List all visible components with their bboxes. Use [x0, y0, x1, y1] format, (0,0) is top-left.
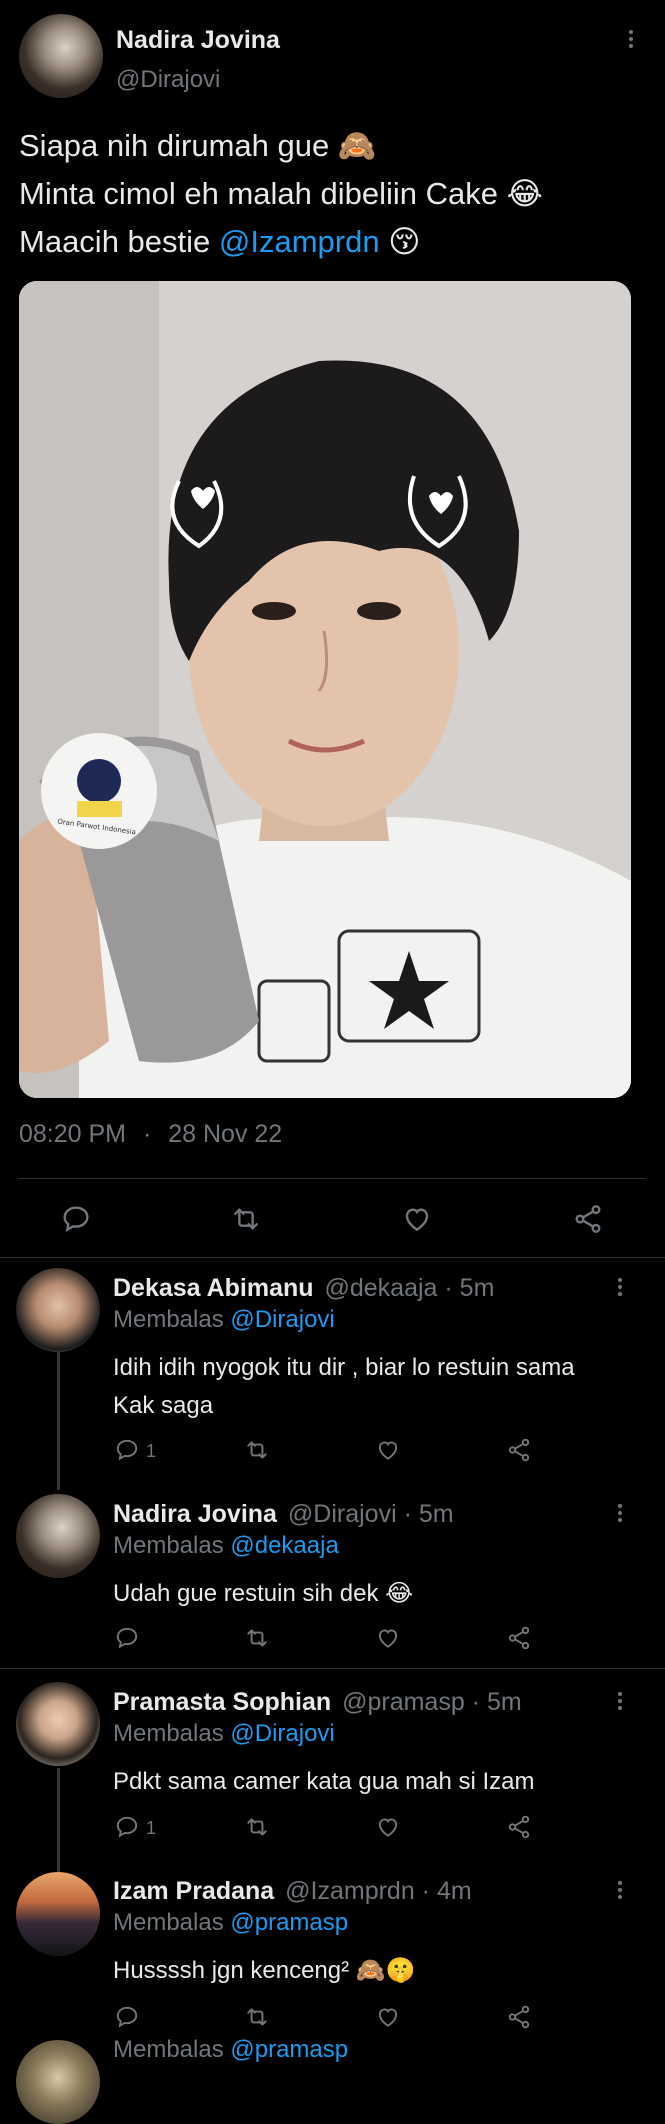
reply-text: Idih idih nyogok itu dir , biar lo restu… [113, 1354, 575, 1419]
retweet-icon[interactable] [242, 1437, 272, 1463]
reply-count: 1 [146, 1441, 157, 1461]
tweet-photo[interactable]: Oran Parwot Indonesia [19, 281, 631, 1098]
reply-avatar[interactable] [16, 1494, 100, 1578]
tweet-mention-link[interactable]: @Izamprdn [219, 224, 380, 259]
tweet-text: Siapa nih dirumah gue 🙈 Minta cimol eh m… [19, 122, 649, 266]
reply-more-icon[interactable] [617, 1278, 623, 1299]
reply-meta: @dekaaja · 5m [324, 1274, 495, 1302]
like-icon[interactable] [374, 2004, 402, 2030]
share-icon[interactable] [505, 1437, 533, 1463]
share-icon[interactable] [505, 1625, 533, 1651]
emoji-monkey-shush: 🙈🤫 [355, 1957, 416, 1984]
reply-header: Nadira Jovina @Dirajovi · 5m [113, 1500, 454, 1529]
reply-avatar[interactable] [16, 1872, 100, 1956]
retweet-icon[interactable] [242, 1814, 272, 1840]
like-icon[interactable] [400, 1203, 434, 1235]
reply-text: Pdkt sama camer kata gua mah si Izam [113, 1768, 535, 1795]
reply-header: Dekasa Abimanu @dekaaja · 5m [113, 1274, 494, 1303]
emoji-laugh: 😂 [385, 1580, 414, 1607]
reply-replying-to: Membalas @pramasp [113, 1909, 349, 1936]
reply-to-mention[interactable]: @Dirajovi [230, 1306, 334, 1333]
reply-icon[interactable] [114, 2004, 140, 2030]
main-author-handle[interactable]: @Dirajovi [116, 66, 220, 94]
reply-meta: @Dirajovi · 5m [287, 1500, 454, 1528]
reply-replying-to: Membalas @dekaaja [113, 1532, 339, 1559]
tweet-time: 08:20 PM [19, 1120, 127, 1148]
share-icon[interactable] [505, 1814, 533, 1840]
reply-icon[interactable] [60, 1203, 92, 1235]
reply-avatar[interactable] [16, 1268, 100, 1352]
emoji-kiss: 😚 [388, 224, 421, 259]
like-icon[interactable] [374, 1814, 402, 1840]
reply-meta: @Izamprdn · 4m [285, 1877, 472, 1905]
tweet-timestamp: 08:20 PM · 28 Nov 22 [19, 1120, 282, 1149]
tweet-line-1: Siapa nih dirumah gue 🙈 [19, 128, 377, 163]
share-icon[interactable] [572, 1203, 604, 1235]
divider-replies-start [0, 1257, 665, 1258]
reply-text: Udah gue restuin sih dek 😂 [113, 1580, 414, 1607]
main-more-icon[interactable] [628, 30, 634, 51]
reply-avatar-partial[interactable] [16, 2040, 100, 2124]
reply-header: Pramasta Sophian @pramasp · 5m [113, 1688, 522, 1717]
reply-to-mention[interactable]: @Dirajovi [230, 1720, 334, 1747]
like-icon[interactable] [374, 1625, 402, 1651]
reply-to-mention[interactable]: @pramasp [230, 1909, 348, 1936]
divider-top [19, 1178, 645, 1179]
reply-icon[interactable] [114, 1625, 140, 1651]
divider-conversation [0, 1668, 665, 1669]
reply-meta: @pramasp · 5m [342, 1688, 522, 1716]
tweet-line-3: Maacih bestie @Izamprdn 😚 [19, 224, 421, 259]
timestamp-separator: · [142, 1120, 152, 1148]
reply-count: 1 [146, 1818, 157, 1838]
reply-more-icon[interactable] [617, 1881, 623, 1902]
tweet-line-2: Minta cimol eh malah dibeliin Cake 😂 [19, 176, 543, 211]
reply-avatar[interactable] [16, 1682, 100, 1766]
reply-more-icon[interactable] [617, 1504, 623, 1525]
like-icon[interactable] [374, 1437, 402, 1463]
reply-text: Hussssh jgn kenceng² 🙈🤫 [113, 1957, 416, 1984]
thread-line-1 [57, 1350, 60, 1490]
share-icon[interactable] [505, 2004, 533, 2030]
retweet-icon[interactable] [228, 1203, 264, 1235]
thread-line-2 [57, 1768, 60, 1878]
tweet-date[interactable]: 28 Nov 22 [168, 1120, 282, 1148]
reply-more-icon[interactable] [617, 1692, 623, 1713]
retweet-icon[interactable] [242, 1625, 272, 1651]
reply-icon[interactable] [114, 1814, 140, 1840]
reply-to-mention[interactable]: @dekaaja [230, 1532, 338, 1559]
reply-replying-to: Membalas @Dirajovi [113, 1306, 335, 1333]
reply-header: Izam Pradana @Izamprdn · 4m [113, 1877, 472, 1906]
reply-author-name[interactable]: Nadira Jovina [113, 1500, 277, 1528]
emoji-laugh: 😂 [506, 176, 543, 211]
reply-author-name[interactable]: Izam Pradana [113, 1877, 274, 1905]
reply-author-name[interactable]: Dekasa Abimanu [113, 1274, 314, 1302]
main-author-name[interactable]: Nadira Jovina [116, 26, 280, 55]
reply-author-name[interactable]: Pramasta Sophian [113, 1688, 331, 1716]
photo-illustration [19, 281, 631, 1098]
retweet-icon[interactable] [242, 2004, 272, 2030]
partial-replying-to: Membalas @pramasp [113, 2036, 349, 2063]
reply-icon[interactable] [114, 1437, 140, 1463]
reply-replying-to: Membalas @Dirajovi [113, 1720, 335, 1747]
emoji-monkey: 🙈 [337, 128, 377, 163]
main-author-avatar[interactable] [19, 14, 103, 98]
